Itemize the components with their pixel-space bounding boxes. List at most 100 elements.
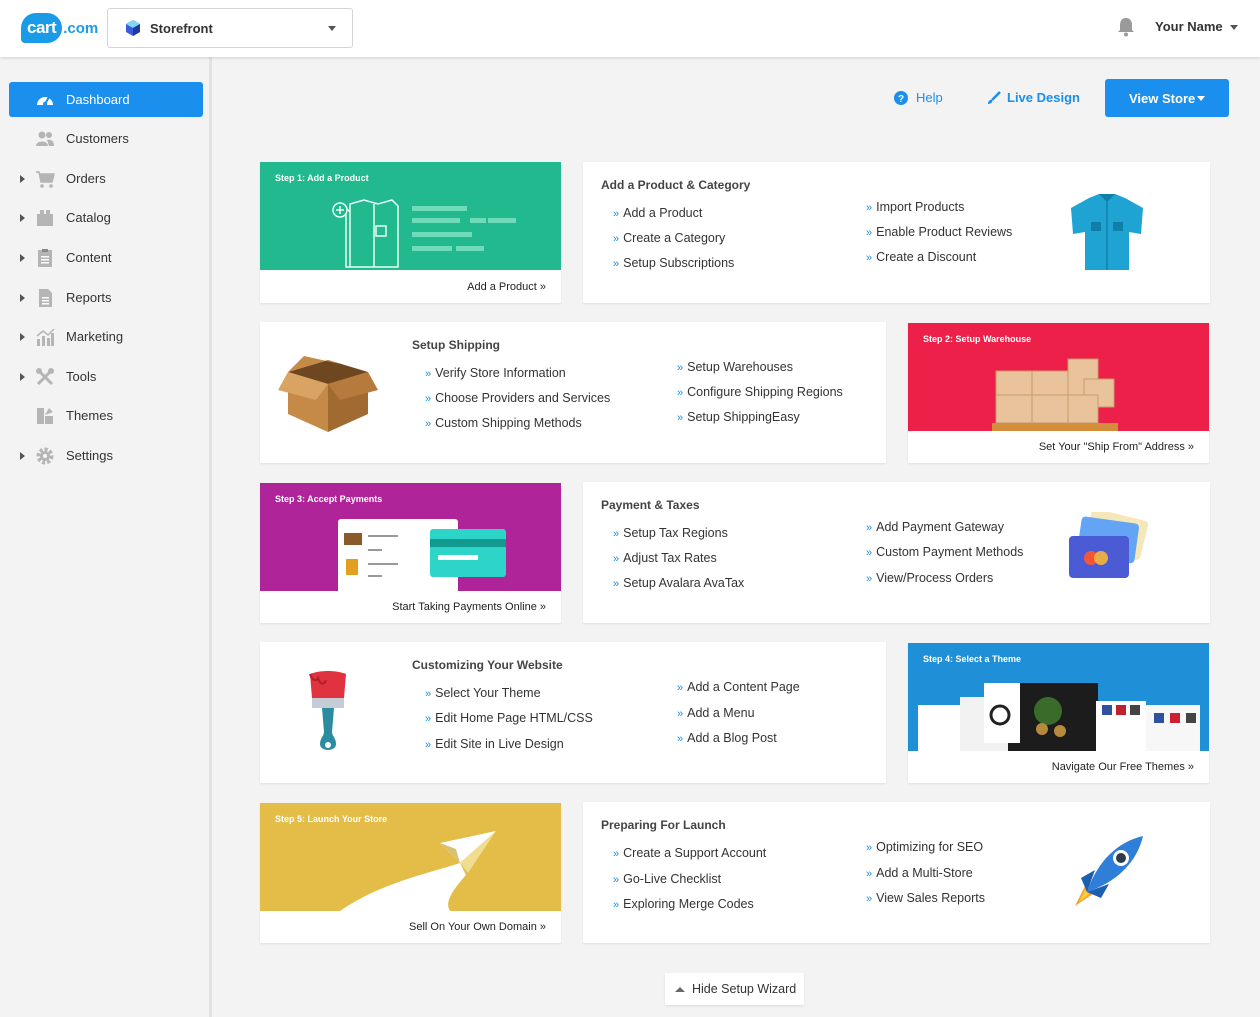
link-import-products[interactable]: » Import Products: [866, 200, 964, 214]
step5-card[interactable]: Step 5: Launch Your Store Sell On Your O…: [260, 803, 561, 943]
step-link[interactable]: Add a Product »: [467, 281, 546, 293]
sidebar: Dashboard Customers Orders Catalog Conte…: [0, 57, 212, 1017]
step2-card[interactable]: Step 2: Setup Warehouse Set Your "Ship F…: [908, 323, 1209, 463]
marketing-icon: [36, 328, 55, 346]
step4-banner: Step 4: Select a Theme: [908, 643, 1209, 751]
help-label: Help: [916, 90, 943, 105]
sidebar-item-dashboard[interactable]: Dashboard: [9, 82, 203, 117]
customers-icon: [36, 131, 54, 146]
hide-setup-wizard-button[interactable]: Hide Setup Wizard: [665, 973, 804, 1005]
link-multi-store[interactable]: » Add a Multi-Store: [866, 866, 973, 880]
box-icon: [278, 356, 378, 432]
step3-card[interactable]: Step 3: Accept Payments Start Taking Pay…: [260, 483, 561, 623]
live-design-link[interactable]: Live Design: [987, 90, 1080, 105]
credit-cards-icon: [1069, 512, 1149, 578]
shipping-card: Setup Shipping » Verify Store Information…: [260, 322, 886, 463]
user-menu[interactable]: Your Name: [1155, 19, 1223, 34]
warehouse-boxes-icon: [992, 358, 1118, 431]
link-merge-codes[interactable]: » Exploring Merge Codes: [613, 897, 754, 911]
shirt-icon: [1071, 194, 1143, 270]
link-custom-shipping[interactable]: » Custom Shipping Methods: [425, 416, 582, 430]
link-edit-homepage[interactable]: » Edit Home Page HTML/CSS: [425, 711, 593, 725]
link-custom-payment[interactable]: » Custom Payment Methods: [866, 545, 1023, 559]
link-edit-live-design[interactable]: » Edit Site in Live Design: [425, 737, 564, 751]
link-add-product[interactable]: » Add a Product: [613, 206, 702, 220]
checkout-illustration: [338, 519, 506, 591]
top-bar: cart .com Storefront Your Name: [0, 0, 1260, 57]
link-shipping-regions[interactable]: » Configure Shipping Regions: [677, 385, 843, 399]
sidebar-item-label: Content: [66, 250, 112, 265]
step-link[interactable]: Sell On Your Own Domain »: [409, 921, 546, 933]
link-golive-checklist[interactable]: » Go-Live Checklist: [613, 872, 721, 886]
expand-arrow-icon[interactable]: [20, 175, 25, 183]
expand-arrow-icon[interactable]: [20, 452, 25, 460]
themes-icon: [37, 408, 53, 424]
link-select-theme[interactable]: » Select Your Theme: [425, 686, 541, 700]
sidebar-item-reports[interactable]: Reports: [9, 280, 203, 315]
link-choose-providers[interactable]: » Choose Providers and Services: [425, 391, 610, 405]
step4-card[interactable]: Step 4: Select a Theme Navigate Our Free…: [908, 643, 1209, 783]
expand-arrow-icon[interactable]: [20, 333, 25, 341]
step1-banner: Step 1: Add a Product: [260, 162, 561, 270]
link-setup-subscriptions[interactable]: » Setup Subscriptions: [613, 256, 734, 270]
step1-card[interactable]: Step 1: Add a Product Add a Product »: [260, 162, 561, 303]
launch-card: Preparing For Launch » Create a Support A…: [583, 802, 1210, 943]
link-create-category[interactable]: » Create a Category: [613, 231, 725, 245]
content-icon: [38, 249, 52, 267]
link-tax-regions[interactable]: » Setup Tax Regions: [613, 526, 728, 540]
sidebar-item-customers[interactable]: Customers: [9, 121, 203, 156]
sidebar-item-orders[interactable]: Orders: [9, 161, 203, 196]
step2-banner: Step 2: Setup Warehouse: [908, 323, 1209, 431]
sidebar-item-tools[interactable]: Tools: [9, 359, 203, 394]
link-tax-rates[interactable]: » Adjust Tax Rates: [613, 551, 717, 565]
expand-arrow-icon[interactable]: [20, 214, 25, 222]
step-link[interactable]: Set Your "Ship From" Address »: [1039, 441, 1194, 453]
sidebar-item-content[interactable]: Content: [9, 240, 203, 275]
bell-icon[interactable]: [1117, 17, 1135, 37]
dashboard-icon: [37, 96, 53, 106]
catalog-icon: [37, 210, 53, 226]
chevron-down-icon[interactable]: [1230, 25, 1238, 30]
link-enable-reviews[interactable]: » Enable Product Reviews: [866, 225, 1012, 239]
link-add-menu[interactable]: » Add a Menu: [677, 706, 755, 720]
themes-collage: [918, 683, 1200, 751]
link-verify-store[interactable]: » Verify Store Information: [425, 366, 566, 380]
help-icon: ?: [894, 90, 908, 105]
link-process-orders[interactable]: » View/Process Orders: [866, 571, 993, 585]
link-shippingeasy[interactable]: » Setup ShippingEasy: [677, 410, 800, 424]
section-title: Preparing For Launch: [601, 818, 726, 832]
sidebar-item-label: Settings: [66, 448, 113, 463]
link-setup-warehouses[interactable]: » Setup Warehouses: [677, 360, 793, 374]
link-blog-post[interactable]: » Add a Blog Post: [677, 731, 777, 745]
sidebar-item-label: Customers: [66, 131, 129, 146]
view-store-button[interactable]: View Store: [1105, 79, 1229, 117]
cart-logo[interactable]: cart .com: [21, 10, 98, 46]
section-title: Payment & Taxes: [601, 498, 700, 512]
sidebar-item-catalog[interactable]: Catalog: [9, 200, 203, 235]
help-link[interactable]: ? Help: [894, 90, 943, 105]
step-link[interactable]: Start Taking Payments Online »: [392, 601, 546, 613]
sidebar-item-settings[interactable]: Settings: [9, 438, 203, 473]
section-title: Add a Product & Category: [601, 178, 751, 192]
reports-icon: [39, 289, 52, 307]
link-content-page[interactable]: » Add a Content Page: [677, 680, 800, 694]
step3-banner: Step 3: Accept Payments: [260, 483, 561, 591]
expand-arrow-icon[interactable]: [20, 254, 25, 262]
expand-arrow-icon[interactable]: [20, 294, 25, 302]
link-support-account[interactable]: » Create a Support Account: [613, 846, 766, 860]
link-avalara[interactable]: » Setup Avalara AvaTax: [613, 576, 744, 590]
link-sales-reports[interactable]: » View Sales Reports: [866, 891, 985, 905]
step-link[interactable]: Navigate Our Free Themes »: [1052, 761, 1194, 773]
store-selector[interactable]: Storefront: [107, 8, 353, 48]
link-payment-gateway[interactable]: » Add Payment Gateway: [866, 520, 1004, 534]
chevron-up-icon: [675, 987, 685, 992]
expand-arrow-icon[interactable]: [20, 373, 25, 381]
logo-text: cart: [21, 13, 63, 43]
link-seo[interactable]: » Optimizing for SEO: [866, 840, 983, 854]
link-create-discount[interactable]: » Create a Discount: [866, 250, 976, 264]
sidebar-item-label: Dashboard: [66, 92, 130, 107]
sidebar-item-label: Catalog: [66, 210, 111, 225]
sidebar-item-marketing[interactable]: Marketing: [9, 319, 203, 354]
sidebar-item-label: Tools: [66, 369, 97, 384]
sidebar-item-themes[interactable]: Themes: [9, 398, 203, 433]
